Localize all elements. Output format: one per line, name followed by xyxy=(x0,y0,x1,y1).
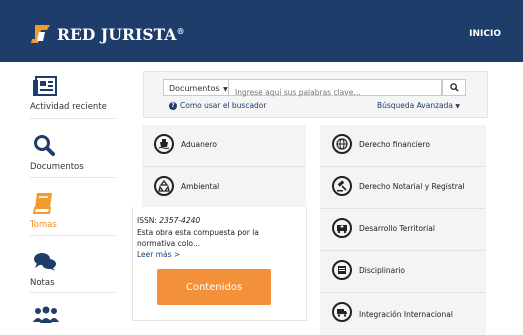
category-label: Integración Internacional xyxy=(359,310,453,319)
sidebar: Actividad reciente Documentos Tomas Nota… xyxy=(0,62,130,335)
search-icon xyxy=(34,135,55,156)
category-disciplinario[interactable]: Disciplinario xyxy=(320,251,486,293)
caret-down-icon: ▼ xyxy=(455,103,460,110)
category-label: Desarrollo Territorial xyxy=(359,224,435,233)
recycle-icon xyxy=(154,176,174,196)
advanced-search-link[interactable]: Búsqueda Avanzada ▼ xyxy=(377,101,460,110)
sidebar-item-tomas[interactable]: Tomas xyxy=(30,192,115,230)
category-label: Disciplinario xyxy=(359,266,406,275)
top-navbar: RED JURISTA® INICIO xyxy=(0,0,523,62)
category-aduanero[interactable]: Aduanero xyxy=(142,125,306,167)
search-help-link[interactable]: ? Como usar el buscador xyxy=(169,101,266,110)
truck-icon xyxy=(332,302,352,322)
search-panel: Documentos ▼ ? Como usar el buscador Bús… xyxy=(143,71,488,118)
newspaper-icon xyxy=(33,76,57,96)
brand-logo[interactable]: RED JURISTA® xyxy=(30,22,185,46)
issn: ISSN: 2357-4240 xyxy=(137,216,201,225)
document-icon xyxy=(332,260,352,280)
sidebar-item-documentos[interactable]: Documentos xyxy=(30,134,115,172)
gavel-icon xyxy=(332,176,352,196)
ambulance-icon xyxy=(332,218,352,238)
sidebar-item-actividad[interactable]: Actividad reciente xyxy=(30,76,115,112)
sidebar-item-label: Tomas xyxy=(30,220,57,230)
ship-icon xyxy=(154,134,174,154)
divider xyxy=(30,177,115,178)
brand-name: RED JURISTA® xyxy=(57,24,185,44)
sidebar-item-label: Notas xyxy=(30,278,55,288)
category-integracion-internacional[interactable]: Integración Internacional xyxy=(320,293,486,335)
category-label: Derecho Notarial y Registral xyxy=(359,182,465,191)
group-icon xyxy=(33,306,59,323)
question-icon: ? xyxy=(169,101,177,110)
nav-inicio-link[interactable]: INICIO xyxy=(469,29,501,39)
logo-icon xyxy=(31,25,50,43)
search-icon xyxy=(449,83,459,92)
contenidos-button[interactable]: Contenidos xyxy=(157,269,271,305)
search-help-label: Como usar el buscador xyxy=(180,101,267,110)
globe-icon xyxy=(332,134,352,154)
category-derecho-financiero[interactable]: Derecho financiero xyxy=(320,125,486,167)
divider xyxy=(30,292,115,293)
sidebar-item-label: Actividad reciente xyxy=(30,102,107,112)
category-desarrollo-territorial[interactable]: Desarrollo Territorial xyxy=(320,209,486,251)
category-ambiental[interactable]: Ambiental xyxy=(142,167,306,209)
search-input[interactable] xyxy=(229,85,441,100)
category-label: Ambiental xyxy=(181,182,220,191)
caret-down-icon: ▼ xyxy=(223,86,228,93)
search-button[interactable] xyxy=(442,79,466,96)
category-label: Derecho financiero xyxy=(359,140,430,149)
sidebar-item-grupos[interactable] xyxy=(30,306,115,324)
scope-dropdown[interactable]: Documentos ▼ xyxy=(163,79,229,96)
book-icon xyxy=(33,193,52,214)
read-more-link[interactable]: Leer más > xyxy=(137,250,180,259)
search-input-wrap xyxy=(229,79,442,100)
sidebar-item-label: Documentos xyxy=(30,162,84,172)
sidebar-item-notas[interactable]: Notas xyxy=(30,252,115,288)
divider xyxy=(30,118,115,119)
category-description: Esta obra esta compuesta por la normativ… xyxy=(137,228,259,248)
category-label: Aduanero xyxy=(181,140,217,149)
category-detail-panel: ISSN: 2357-4240 Esta obra esta compuesta… xyxy=(132,207,307,321)
category-derecho-notarial[interactable]: Derecho Notarial y Registral xyxy=(320,167,486,209)
chat-bubbles-icon xyxy=(34,253,56,271)
divider xyxy=(30,235,115,236)
